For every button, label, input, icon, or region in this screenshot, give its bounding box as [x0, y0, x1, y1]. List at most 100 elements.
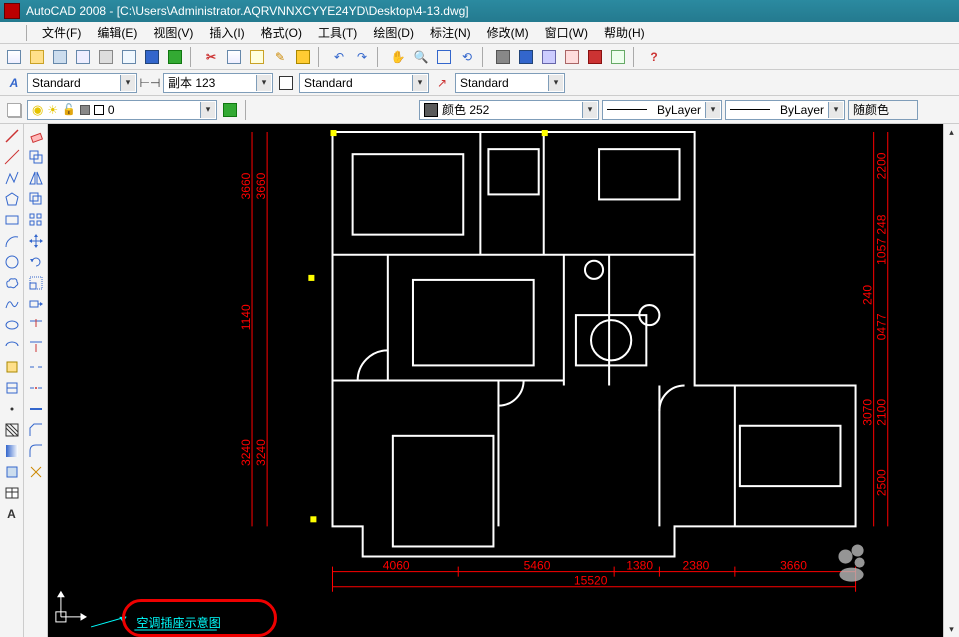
menu-help[interactable]: 帮助(H) [598, 22, 651, 43]
break2-tool[interactable] [26, 378, 46, 398]
linetype-combo[interactable]: ByLayer ▾ [602, 100, 722, 120]
textstyle-icon[interactable]: A [4, 73, 24, 93]
polygon-tool[interactable] [2, 189, 22, 209]
chamfer-tool[interactable] [26, 420, 46, 440]
point-tool[interactable] [2, 399, 22, 419]
layer-manager-button[interactable] [4, 100, 24, 120]
menu-file[interactable]: 文件(F) [36, 22, 87, 43]
calc-button[interactable] [608, 47, 628, 67]
erase-tool[interactable] [26, 126, 46, 146]
tablestyle-icon[interactable] [276, 73, 296, 93]
chevron-down-icon: ▾ [828, 102, 843, 118]
help-button[interactable]: ? [644, 47, 664, 67]
trim-tool[interactable] [26, 315, 46, 335]
toolpal-button[interactable] [539, 47, 559, 67]
dimstyle-value: 副本 123 [168, 74, 215, 91]
zoom-prev-button[interactable]: ⟲ [457, 47, 477, 67]
menu-view[interactable]: 视图(V) [147, 22, 199, 43]
publish-button[interactable] [142, 47, 162, 67]
line-tool[interactable] [2, 126, 22, 146]
rotate-tool[interactable] [26, 252, 46, 272]
plot-button[interactable] [96, 47, 116, 67]
ssm-button[interactable] [562, 47, 582, 67]
vscroll[interactable]: ▴ ▾ [943, 124, 959, 637]
zoom-rt-button[interactable]: 🔍 [411, 47, 431, 67]
break-tool[interactable] [26, 357, 46, 377]
mleaderstyle-icon[interactable]: ↗ [432, 73, 452, 93]
pan-button[interactable]: ✋ [388, 47, 408, 67]
preview-button[interactable] [119, 47, 139, 67]
block-tool[interactable] [2, 378, 22, 398]
region-tool[interactable] [2, 462, 22, 482]
menu-edit[interactable]: 编辑(E) [91, 22, 143, 43]
fillet-tool[interactable] [26, 441, 46, 461]
color-combo[interactable]: 颜色 252 ▾ [419, 100, 599, 120]
pline-tool[interactable] [2, 168, 22, 188]
tablestyle-combo[interactable]: Standard▾ [299, 73, 429, 93]
open-button[interactable] [27, 47, 47, 67]
array-tool[interactable] [26, 210, 46, 230]
rectangle-tool[interactable] [2, 210, 22, 230]
ellipsearc-tool[interactable] [2, 336, 22, 356]
circle-tool[interactable] [2, 252, 22, 272]
block-button[interactable] [293, 47, 313, 67]
drawing-title: 空调插座示意图 [136, 615, 220, 630]
layer-combo[interactable]: ◉ ☀ 🔓 0 ▾ [27, 100, 217, 120]
styles-toolbar: A Standard▾ ⊢⊣ 副本 123▾ Standard▾ ↗ Stand… [0, 70, 959, 96]
mirror-tool[interactable] [26, 168, 46, 188]
menu-tools[interactable]: 工具(T) [312, 22, 363, 43]
save-button[interactable] [50, 47, 70, 67]
spline-tool[interactable] [2, 294, 22, 314]
chevron-down-icon: ▾ [120, 75, 135, 91]
scale-tool[interactable] [26, 273, 46, 293]
dwf-button[interactable] [165, 47, 185, 67]
dimstyle-combo[interactable]: 副本 123▾ [163, 73, 273, 93]
xline-tool[interactable] [2, 147, 22, 167]
menu-draw[interactable]: 绘图(D) [367, 22, 420, 43]
doc-icon [4, 25, 20, 41]
layer-color-swatch [94, 105, 104, 115]
cut-button[interactable]: ✂ [201, 47, 221, 67]
mleaderstyle-combo[interactable]: Standard▾ [455, 73, 565, 93]
zoom-win-button[interactable] [434, 47, 454, 67]
saveas-button[interactable] [73, 47, 93, 67]
mtext-tool[interactable]: A [2, 504, 22, 524]
menu-dimension[interactable]: 标注(N) [424, 22, 477, 43]
new-button[interactable] [4, 47, 24, 67]
offset-tool[interactable] [26, 189, 46, 209]
copy-tool[interactable] [26, 147, 46, 167]
explode-tool[interactable] [26, 462, 46, 482]
plotstyle-combo[interactable]: 随颜色 [848, 100, 918, 120]
textstyle-combo[interactable]: Standard▾ [27, 73, 137, 93]
drawing-canvas[interactable]: 4060 5460 1380 2380 3660 15520 3660 1140… [48, 124, 959, 637]
move-tool[interactable] [26, 231, 46, 251]
stretch-tool[interactable] [26, 294, 46, 314]
scroll-up-icon[interactable]: ▴ [944, 124, 959, 140]
join-tool[interactable] [26, 399, 46, 419]
matchprop-button[interactable]: ✎ [270, 47, 290, 67]
table-tool[interactable] [2, 483, 22, 503]
copy-button[interactable] [224, 47, 244, 67]
scroll-down-icon[interactable]: ▾ [944, 621, 959, 637]
extend-tool[interactable] [26, 336, 46, 356]
ellipse-tool[interactable] [2, 315, 22, 335]
revcloud-tool[interactable] [2, 273, 22, 293]
lineweight-combo[interactable]: ByLayer ▾ [725, 100, 845, 120]
chevron-down-icon: ▾ [200, 102, 215, 118]
undo-button[interactable]: ↶ [329, 47, 349, 67]
arc-tool[interactable] [2, 231, 22, 251]
insert-tool[interactable] [2, 357, 22, 377]
dimstyle-icon[interactable]: ⊢⊣ [140, 73, 160, 93]
redo-button[interactable]: ↷ [352, 47, 372, 67]
paste-button[interactable] [247, 47, 267, 67]
menu-insert[interactable]: 插入(I) [203, 22, 250, 43]
markup-button[interactable] [585, 47, 605, 67]
layer-prev-button[interactable] [220, 100, 240, 120]
menu-modify[interactable]: 修改(M) [481, 22, 535, 43]
dcenter-button[interactable] [516, 47, 536, 67]
gradient-tool[interactable] [2, 441, 22, 461]
hatch-tool[interactable] [2, 420, 22, 440]
menu-format[interactable]: 格式(O) [255, 22, 308, 43]
properties-button[interactable] [493, 47, 513, 67]
menu-window[interactable]: 窗口(W) [539, 22, 594, 43]
